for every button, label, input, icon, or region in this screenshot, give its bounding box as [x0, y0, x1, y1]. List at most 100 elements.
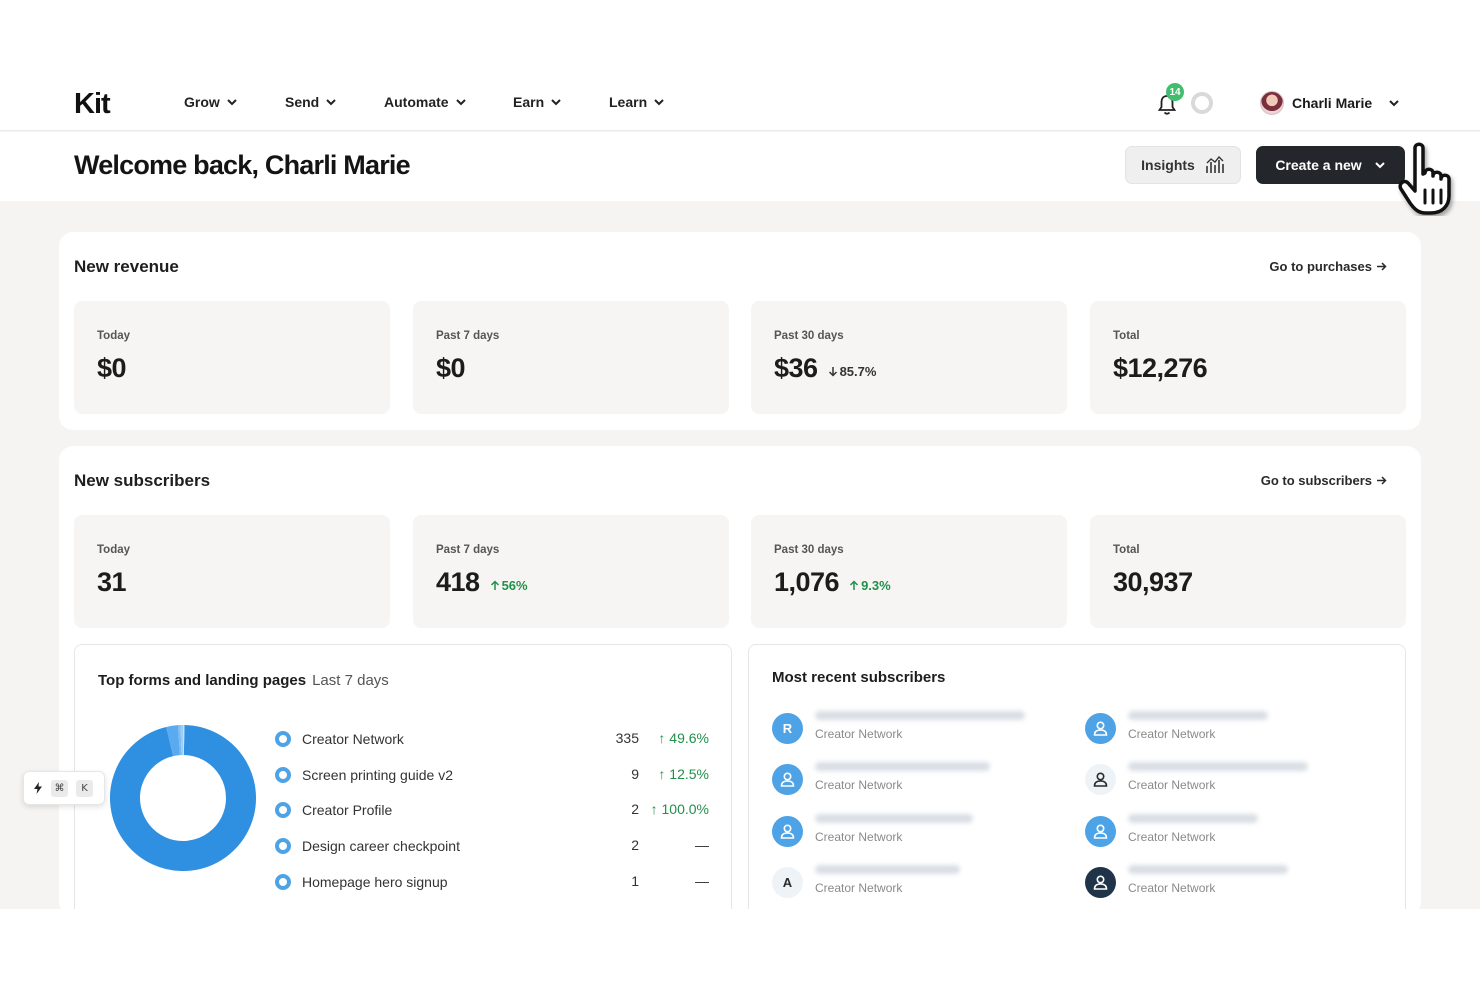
kit-logo[interactable]: Kit — [74, 88, 128, 118]
legend-dot-icon — [275, 838, 291, 854]
bar-chart-icon — [1206, 156, 1224, 173]
command-palette-button[interactable]: ⌘ K — [23, 771, 105, 805]
go-to-purchases-link[interactable]: Go to purchases — [1269, 259, 1387, 274]
insights-label: Insights — [1141, 157, 1195, 173]
revenue-card-7-days: Past 7 days $0 — [413, 301, 729, 414]
user-icon — [1085, 816, 1116, 847]
subscriber-item[interactable]: A Creator Network — [772, 863, 1072, 903]
nav-learn[interactable]: Learn — [609, 94, 665, 110]
form-name: Homepage hero signup — [302, 874, 448, 890]
revenue-title: New revenue — [74, 257, 179, 276]
chevron-down-icon — [551, 99, 561, 106]
subscriber-source: Creator Network — [815, 727, 903, 741]
subscriber-item[interactable]: Creator Network — [1085, 863, 1385, 903]
page-title: Welcome back, Charli Marie — [74, 150, 411, 180]
subscribers-card-total: Total 30,937 — [1090, 515, 1406, 628]
subscriber-source: Creator Network — [1128, 881, 1216, 895]
subscriber-item[interactable]: Creator Network — [772, 812, 1072, 852]
change-value: 49.6% — [669, 730, 709, 746]
delta-value: 9.3% — [861, 578, 891, 593]
delta-value: 56% — [501, 578, 528, 593]
card-value-wrap: 418 56% — [436, 567, 528, 598]
form-count: 335 — [615, 730, 639, 746]
card-label: Past 30 days — [774, 544, 844, 556]
insights-button[interactable]: Insights — [1125, 146, 1241, 184]
form-count: 2 — [631, 837, 639, 853]
card-label: Past 30 days — [774, 330, 844, 342]
subscriber-item[interactable]: Creator Network — [1085, 709, 1385, 749]
nav-send[interactable]: Send — [285, 94, 337, 110]
card-label: Past 7 days — [436, 544, 500, 556]
form-name: Design career checkpoint — [302, 838, 460, 854]
avatar: A — [772, 867, 803, 898]
subscriber-item[interactable]: R Creator Network — [772, 709, 1072, 749]
chevron-down-icon — [326, 99, 336, 106]
delta-up: 56% — [490, 578, 528, 593]
card-value-wrap: 31 — [97, 567, 127, 598]
subscriber-source: Creator Network — [815, 881, 903, 895]
top-navigation: Kit Grow Send Automate Earn Learn 14 Cha… — [0, 68, 1480, 131]
card-value: $0 — [97, 353, 127, 383]
arrow-up-icon — [490, 580, 499, 590]
card-value: 1,076 — [774, 567, 840, 597]
form-change: ↑ 100.0% — [650, 801, 709, 817]
donut-slice[interactable] — [166, 725, 181, 757]
user-icon — [1085, 867, 1116, 898]
nav-label: Earn — [513, 94, 545, 110]
subscribers-card-today: Today 31 — [74, 515, 390, 628]
form-count: 2 — [631, 801, 639, 817]
arrow-right-icon — [1377, 262, 1387, 271]
card-value: 30,937 — [1113, 567, 1193, 597]
form-name: Screen printing guide v2 — [302, 767, 453, 783]
form-row[interactable]: Homepage hero signup 1 — — [275, 872, 709, 892]
user-icon — [1085, 713, 1116, 744]
recent-subscribers-title: Most recent subscribers — [772, 669, 946, 686]
command-key: ⌘ — [51, 779, 68, 797]
card-value-wrap: $0 — [436, 353, 466, 384]
form-row[interactable]: Design career checkpoint 2 — — [275, 836, 709, 856]
go-to-subscribers-link[interactable]: Go to subscribers — [1261, 473, 1387, 488]
form-row[interactable]: Creator Network 335 ↑ 49.6% — [275, 729, 709, 749]
arrow-down-icon — [828, 367, 837, 377]
nav-label: Send — [285, 94, 320, 110]
blurred-email — [815, 762, 990, 771]
card-value-wrap: $12,276 — [1113, 353, 1208, 384]
panel-title: Top forms and landing pages Last 7 days — [98, 672, 389, 689]
link-label: Go to subscribers — [1260, 473, 1372, 488]
revenue-card-today: Today $0 — [74, 301, 390, 414]
form-change: ↑ 12.5% — [658, 766, 709, 782]
blurred-email — [815, 865, 960, 874]
nav-label: Grow — [184, 94, 220, 110]
form-row[interactable]: Creator Profile 2 ↑ 100.0% — [275, 800, 709, 820]
form-name: Creator Profile — [302, 802, 393, 818]
card-label: Total — [1113, 330, 1140, 342]
subscriber-source: Creator Network — [1128, 830, 1216, 844]
revenue-card-30-days: Past 30 days $36 85.7% — [751, 301, 1067, 414]
chevron-down-icon — [227, 99, 237, 106]
chevron-down-icon — [654, 99, 664, 106]
change-value: 100.0% — [661, 801, 709, 817]
card-value-wrap: $0 — [97, 353, 127, 384]
subscriber-item[interactable]: Creator Network — [772, 760, 1072, 800]
hand-pointer-icon — [1398, 142, 1451, 215]
nav-grow[interactable]: Grow — [184, 94, 238, 110]
create-new-button[interactable]: Create a new — [1256, 146, 1405, 184]
blurred-email — [815, 711, 1025, 720]
blurred-email — [1128, 711, 1268, 720]
card-value-wrap: 1,076 9.3% — [774, 567, 891, 598]
form-row[interactable]: Screen printing guide v2 9 ↑ 12.5% — [275, 765, 709, 785]
create-label: Create a new — [1275, 157, 1362, 173]
chevron-down-icon — [1389, 100, 1399, 107]
link-label: Go to purchases — [1269, 259, 1372, 274]
delta-down: 85.7% — [828, 364, 876, 379]
legend-dot-icon — [275, 767, 291, 783]
user-menu[interactable]: Charli Marie — [1260, 91, 1400, 115]
subscriber-item[interactable]: Creator Network — [1085, 812, 1385, 852]
legend-dot-icon — [275, 802, 291, 818]
nav-automate[interactable]: Automate — [384, 94, 467, 110]
donut-slice[interactable] — [110, 725, 256, 871]
blurred-email — [1128, 814, 1258, 823]
card-label: Today — [97, 330, 131, 342]
nav-earn[interactable]: Earn — [513, 94, 562, 110]
subscriber-item[interactable]: Creator Network — [1085, 760, 1385, 800]
